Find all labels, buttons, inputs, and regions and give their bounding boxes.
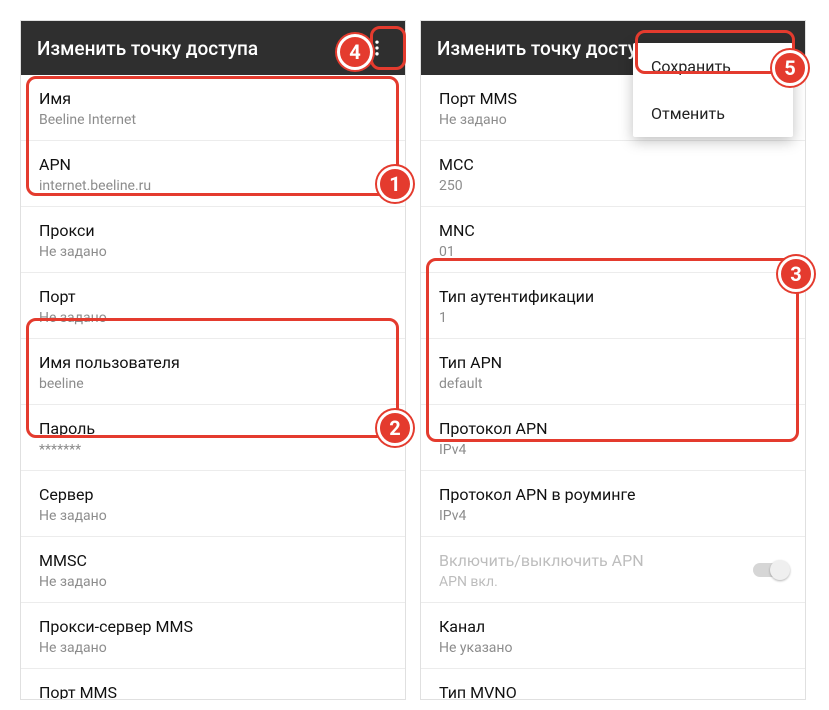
label: Сервер (39, 485, 387, 504)
callout-2: 2 (377, 410, 413, 446)
value: Beeline Internet (39, 112, 387, 128)
value: IPv4 (439, 508, 787, 524)
left-panel: Изменить точку доступа Имя Beeline Inter… (20, 20, 406, 700)
field-apn[interactable]: APN internet.beeline.ru (21, 141, 405, 207)
value: Не задано (39, 508, 387, 524)
field-auth-type[interactable]: Тип аутентификации 1 (421, 273, 805, 339)
label: Имя пользователя (39, 353, 387, 372)
value: Не задано (39, 244, 387, 260)
left-list: Имя Beeline Internet APN internet.beelin… (21, 75, 405, 700)
label: Имя (39, 89, 387, 108)
label: Прокси-сервер MMS (39, 617, 387, 636)
label: MNC (439, 221, 787, 240)
label: Тип APN (439, 353, 787, 372)
label: MCC (439, 155, 787, 174)
right-list: Порт MMS Не задано MCC 250 MNC 01 Тип ау… (421, 75, 805, 700)
field-username[interactable]: Имя пользователя beeline (21, 339, 405, 405)
right-panel: Изменить точку доступа Сохранить Отменит… (420, 20, 806, 700)
callout-5: 5 (772, 50, 808, 86)
value: default (439, 376, 787, 392)
label: Протокол APN в роуминге (439, 485, 787, 504)
label: Порт (39, 287, 387, 306)
field-mvno-type[interactable]: Тип MVNO Нет (421, 669, 805, 700)
field-password[interactable]: Пароль ******* (21, 405, 405, 471)
value: 1 (439, 310, 787, 326)
label: APN (39, 155, 387, 174)
field-proxy[interactable]: Прокси Не задано (21, 207, 405, 273)
value: APN вкл. (439, 574, 787, 590)
label: MMSC (39, 551, 387, 570)
callout-3: 3 (778, 256, 814, 292)
label: Порт MMS (39, 683, 387, 700)
label: Прокси (39, 221, 387, 240)
field-apn-roaming-protocol[interactable]: Протокол APN в роуминге IPv4 (421, 471, 805, 537)
label: Включить/выключить APN (439, 551, 787, 570)
callout-1: 1 (377, 166, 413, 202)
field-mms-port[interactable]: Порт MMS Не задано (21, 669, 405, 700)
value: 01 (439, 244, 787, 260)
menu-save[interactable]: Сохранить (633, 43, 793, 90)
value: Не задано (39, 640, 387, 656)
value: beeline (39, 376, 387, 392)
field-server[interactable]: Сервер Не задано (21, 471, 405, 537)
field-bearer[interactable]: Канал Не указано (421, 603, 805, 669)
header-title-right: Изменить точку доступа (437, 37, 658, 60)
toggle-switch-icon (753, 563, 787, 577)
value: Не задано (39, 574, 387, 590)
field-apn-type[interactable]: Тип APN default (421, 339, 805, 405)
value: IPv4 (439, 442, 787, 458)
menu-cancel[interactable]: Отменить (633, 90, 793, 137)
value: Не задано (39, 310, 387, 326)
field-mms-proxy[interactable]: Прокси-сервер MMS Не задано (21, 603, 405, 669)
field-apn-enable: Включить/выключить APN APN вкл. (421, 537, 805, 603)
value: Не указано (439, 640, 787, 656)
field-name[interactable]: Имя Beeline Internet (21, 75, 405, 141)
field-port[interactable]: Порт Не задано (21, 273, 405, 339)
label: Протокол APN (439, 419, 787, 438)
field-mnc[interactable]: MNC 01 (421, 207, 805, 273)
label: Пароль (39, 419, 387, 438)
callout-4: 4 (337, 34, 373, 70)
header-title-left: Изменить точку доступа (37, 37, 258, 60)
label: Тип аутентификации (439, 287, 787, 306)
field-apn-protocol[interactable]: Протокол APN IPv4 (421, 405, 805, 471)
field-mmsc[interactable]: MMSC Не задано (21, 537, 405, 603)
overflow-menu: Сохранить Отменить (633, 43, 793, 137)
label: Канал (439, 617, 787, 636)
value: internet.beeline.ru (39, 178, 387, 194)
label: Тип MVNO (439, 683, 787, 700)
field-mcc[interactable]: MCC 250 (421, 141, 805, 207)
value: 250 (439, 178, 787, 194)
value: ******* (39, 442, 387, 458)
